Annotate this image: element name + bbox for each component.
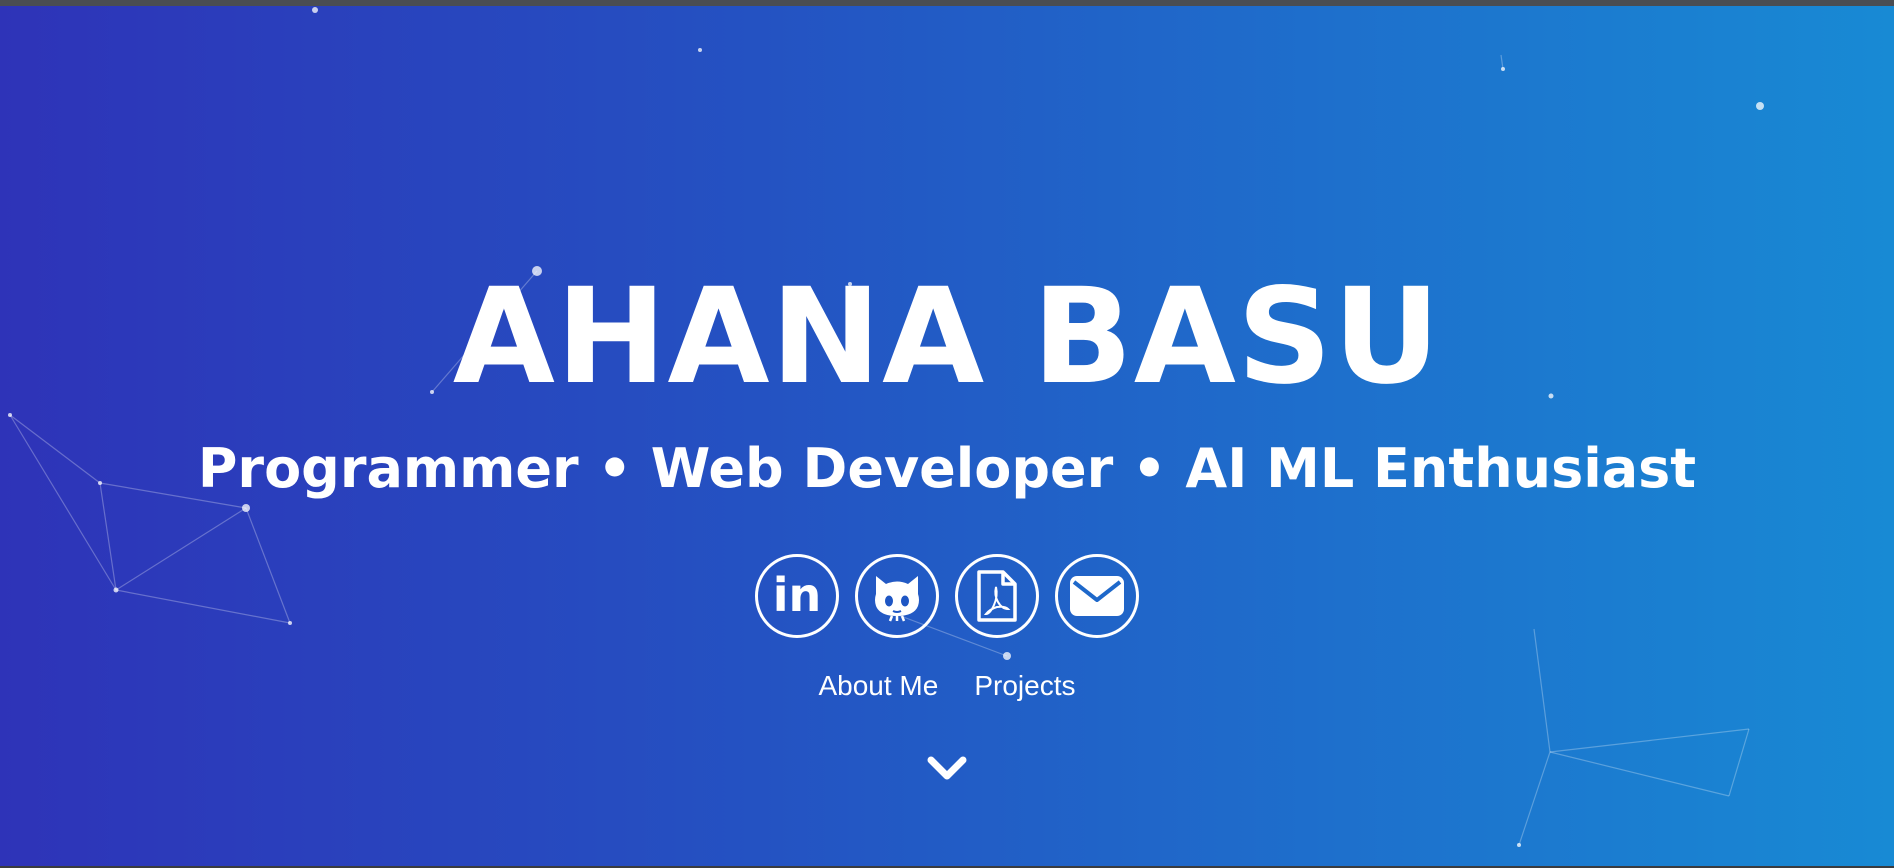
resume-button[interactable]	[955, 554, 1039, 638]
hero-section: AHANA BASU Programmer • Web Developer • …	[0, 6, 1894, 866]
email-button[interactable]	[1055, 554, 1139, 638]
chevron-down-icon[interactable]	[926, 754, 968, 784]
github-button[interactable]	[855, 554, 939, 638]
about-me-link[interactable]: About Me	[818, 670, 938, 702]
linkedin-button[interactable]: in	[755, 554, 839, 638]
email-icon	[1070, 576, 1124, 616]
resume-pdf-icon	[977, 570, 1017, 622]
hero-content: AHANA BASU Programmer • Web Developer • …	[0, 6, 1894, 866]
nav-links: About Me Projects	[0, 670, 1894, 702]
linkedin-icon: in	[772, 568, 822, 622]
hero-tagline: Programmer • Web Developer • AI ML Enthu…	[197, 437, 1697, 500]
projects-link[interactable]: Projects	[974, 670, 1075, 702]
github-icon	[875, 576, 919, 622]
social-links: in	[0, 554, 1894, 638]
hero-name: AHANA BASU	[452, 260, 1442, 414]
